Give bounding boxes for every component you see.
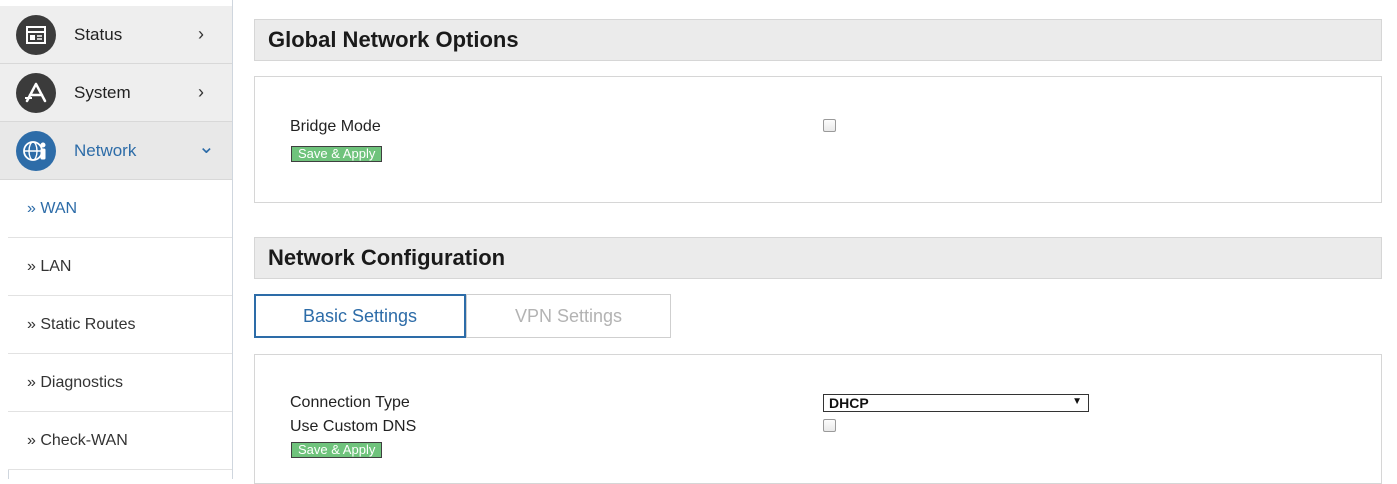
chevron-right-icon: ›: [198, 24, 204, 44]
chevron-right-icon: ›: [198, 82, 204, 102]
menu-label-system: System: [74, 82, 131, 102]
sidebar-item-lan[interactable]: » LAN: [8, 238, 232, 296]
connection-type-label: Connection Type: [290, 394, 410, 411]
global-options-title: Global Network Options: [254, 19, 1382, 61]
app-store-icon: [16, 72, 56, 113]
save-apply-button-network[interactable]: Save & Apply: [291, 442, 383, 458]
dashboard-icon: [16, 14, 56, 55]
bridge-mode-label: Bridge Mode: [290, 118, 381, 135]
basic-settings-panel: [254, 354, 1382, 484]
bridge-mode-checkbox[interactable]: [823, 119, 836, 132]
tab-basic-settings[interactable]: Basic Settings: [254, 294, 466, 338]
global-options-panel: [254, 76, 1382, 203]
sidebar: Status › System › Network ⌄ » WAN » LAN …: [0, 0, 233, 479]
network-config-title: Network Configuration: [254, 237, 1382, 279]
menu-item-network[interactable]: Network ⌄: [0, 122, 232, 180]
save-apply-button-global[interactable]: Save & Apply: [291, 146, 383, 162]
menu-label-status: Status: [74, 24, 123, 44]
sidebar-item-static-routes[interactable]: » Static Routes: [8, 296, 232, 354]
connection-type-select[interactable]: DHCP ▼: [823, 394, 1089, 412]
sidebar-item-wan[interactable]: » WAN: [8, 180, 232, 238]
dropdown-caret-icon: ▼: [1072, 396, 1082, 407]
menu-item-status[interactable]: Status ›: [0, 6, 232, 64]
sidebar-item-check-wan[interactable]: » Check-WAN: [8, 412, 232, 470]
menu-item-system[interactable]: System ›: [0, 64, 232, 122]
sidebar-item-diagnostics[interactable]: » Diagnostics: [8, 354, 232, 412]
custom-dns-label: Use Custom DNS: [290, 418, 417, 435]
tab-vpn-settings[interactable]: VPN Settings: [466, 294, 671, 338]
globe-person-icon: [16, 130, 56, 171]
custom-dns-checkbox[interactable]: [823, 419, 836, 432]
menu-label-network: Network: [74, 140, 137, 160]
connection-type-value: DHCP: [829, 395, 869, 411]
chevron-down-icon: ⌄: [198, 136, 215, 158]
